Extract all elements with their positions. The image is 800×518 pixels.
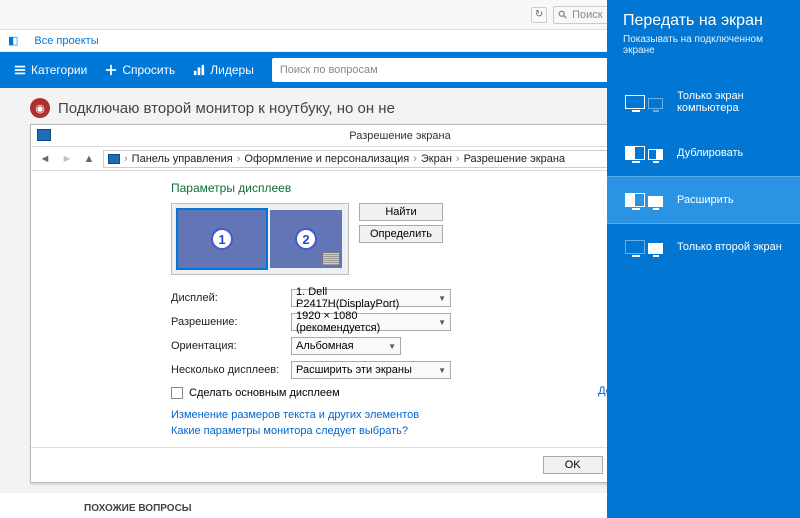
- window-title: Разрешение экрана: [349, 130, 450, 142]
- detect-button[interactable]: Определить: [359, 225, 443, 243]
- option-pc-only[interactable]: Только экран компьютера: [607, 74, 800, 130]
- option-label: Только экран компьютера: [677, 90, 784, 114]
- select-resolution[interactable]: 1920 × 1080 (рекомендуется)▼: [291, 313, 451, 331]
- option-label: Расширить: [677, 194, 734, 206]
- nav-back-button[interactable]: ◄: [37, 151, 53, 167]
- nav-ask-label: Спросить: [122, 63, 175, 77]
- crumb-1[interactable]: Оформление и персонализация: [244, 153, 409, 165]
- crumb-2[interactable]: Экран: [421, 153, 452, 165]
- select-multi[interactable]: Расширить эти экраны▼: [291, 361, 451, 379]
- chart-icon: [193, 64, 205, 76]
- monitor-2[interactable]: 2: [270, 210, 342, 268]
- monitor-1-number: 1: [211, 228, 233, 250]
- option-label: Только второй экран: [677, 241, 782, 253]
- primary-checkbox[interactable]: [171, 387, 183, 399]
- keyboard-icon: [322, 252, 340, 266]
- nav-categories[interactable]: Категории: [14, 63, 87, 77]
- monitor-preview-box: 1 2: [171, 203, 349, 275]
- select-orientation[interactable]: Альбомная▼: [291, 337, 401, 355]
- option-second-only[interactable]: Только второй экран: [607, 224, 800, 270]
- crumb-0[interactable]: Панель управления: [132, 153, 233, 165]
- select-orientation-value: Альбомная: [296, 340, 354, 352]
- nav-categories-label: Категории: [31, 63, 87, 77]
- bookmark-all-projects[interactable]: Все проекты: [34, 35, 98, 47]
- charm-title: Передать на экран: [607, 12, 800, 34]
- refresh-button[interactable]: ↻: [531, 7, 547, 23]
- project-panel: Передать на экран Показывать на подключе…: [607, 0, 800, 518]
- window-icon: [37, 129, 51, 141]
- find-button[interactable]: Найти: [359, 203, 443, 221]
- monitor-1[interactable]: 1: [178, 210, 266, 268]
- option-duplicate[interactable]: Дублировать: [607, 130, 800, 176]
- nav-leaders[interactable]: Лидеры: [193, 63, 254, 77]
- crumb-3[interactable]: Разрешение экрана: [464, 153, 565, 165]
- breadcrumb[interactable]: › Панель управления› Оформление и персон…: [103, 150, 683, 168]
- extend-icon: [623, 193, 665, 207]
- select-resolution-value: 1920 × 1080 (рекомендуется): [296, 310, 430, 334]
- select-display[interactable]: 1. Dell P2417H(DisplayPort)▼: [291, 289, 451, 307]
- browser-search-placeholder: Поиск: [572, 9, 602, 21]
- select-multi-value: Расширить эти экраны: [296, 364, 412, 376]
- primary-checkbox-label: Сделать основным дисплеем: [189, 387, 340, 399]
- duplicate-icon: [623, 146, 665, 160]
- label-resolution: Разрешение:: [171, 316, 291, 328]
- plus-icon: [105, 64, 117, 76]
- label-multi: Несколько дисплеев:: [171, 364, 291, 376]
- monitor-2-number: 2: [295, 228, 317, 250]
- question-title: Подключаю второй монитор к ноутбуку, но …: [58, 100, 395, 117]
- label-display: Дисплей:: [171, 292, 291, 304]
- nav-forward-button[interactable]: ►: [59, 151, 75, 167]
- list-icon: [14, 64, 26, 76]
- bookmark-icon[interactable]: ◧: [8, 34, 18, 47]
- second-only-icon: [623, 240, 665, 254]
- nav-ask[interactable]: Спросить: [105, 63, 175, 77]
- monitor-icon: [108, 154, 120, 164]
- related-heading: ПОХОЖИЕ ВОПРОСЫ: [84, 503, 192, 514]
- label-orientation: Ориентация:: [171, 340, 291, 352]
- question-avatar-icon: ◉: [30, 98, 50, 118]
- nav-leaders-label: Лидеры: [210, 63, 254, 77]
- option-extend[interactable]: Расширить: [607, 176, 800, 224]
- option-label: Дублировать: [677, 147, 743, 159]
- search-icon: [558, 10, 568, 20]
- pc-only-icon: [623, 95, 665, 109]
- site-search-placeholder: Поиск по вопросам: [280, 64, 378, 76]
- nav-up-button[interactable]: ▲: [81, 151, 97, 167]
- ok-button[interactable]: OK: [543, 456, 603, 474]
- charm-subtitle: Показывать на подключенном экране: [607, 34, 800, 74]
- select-display-value: 1. Dell P2417H(DisplayPort): [296, 286, 430, 310]
